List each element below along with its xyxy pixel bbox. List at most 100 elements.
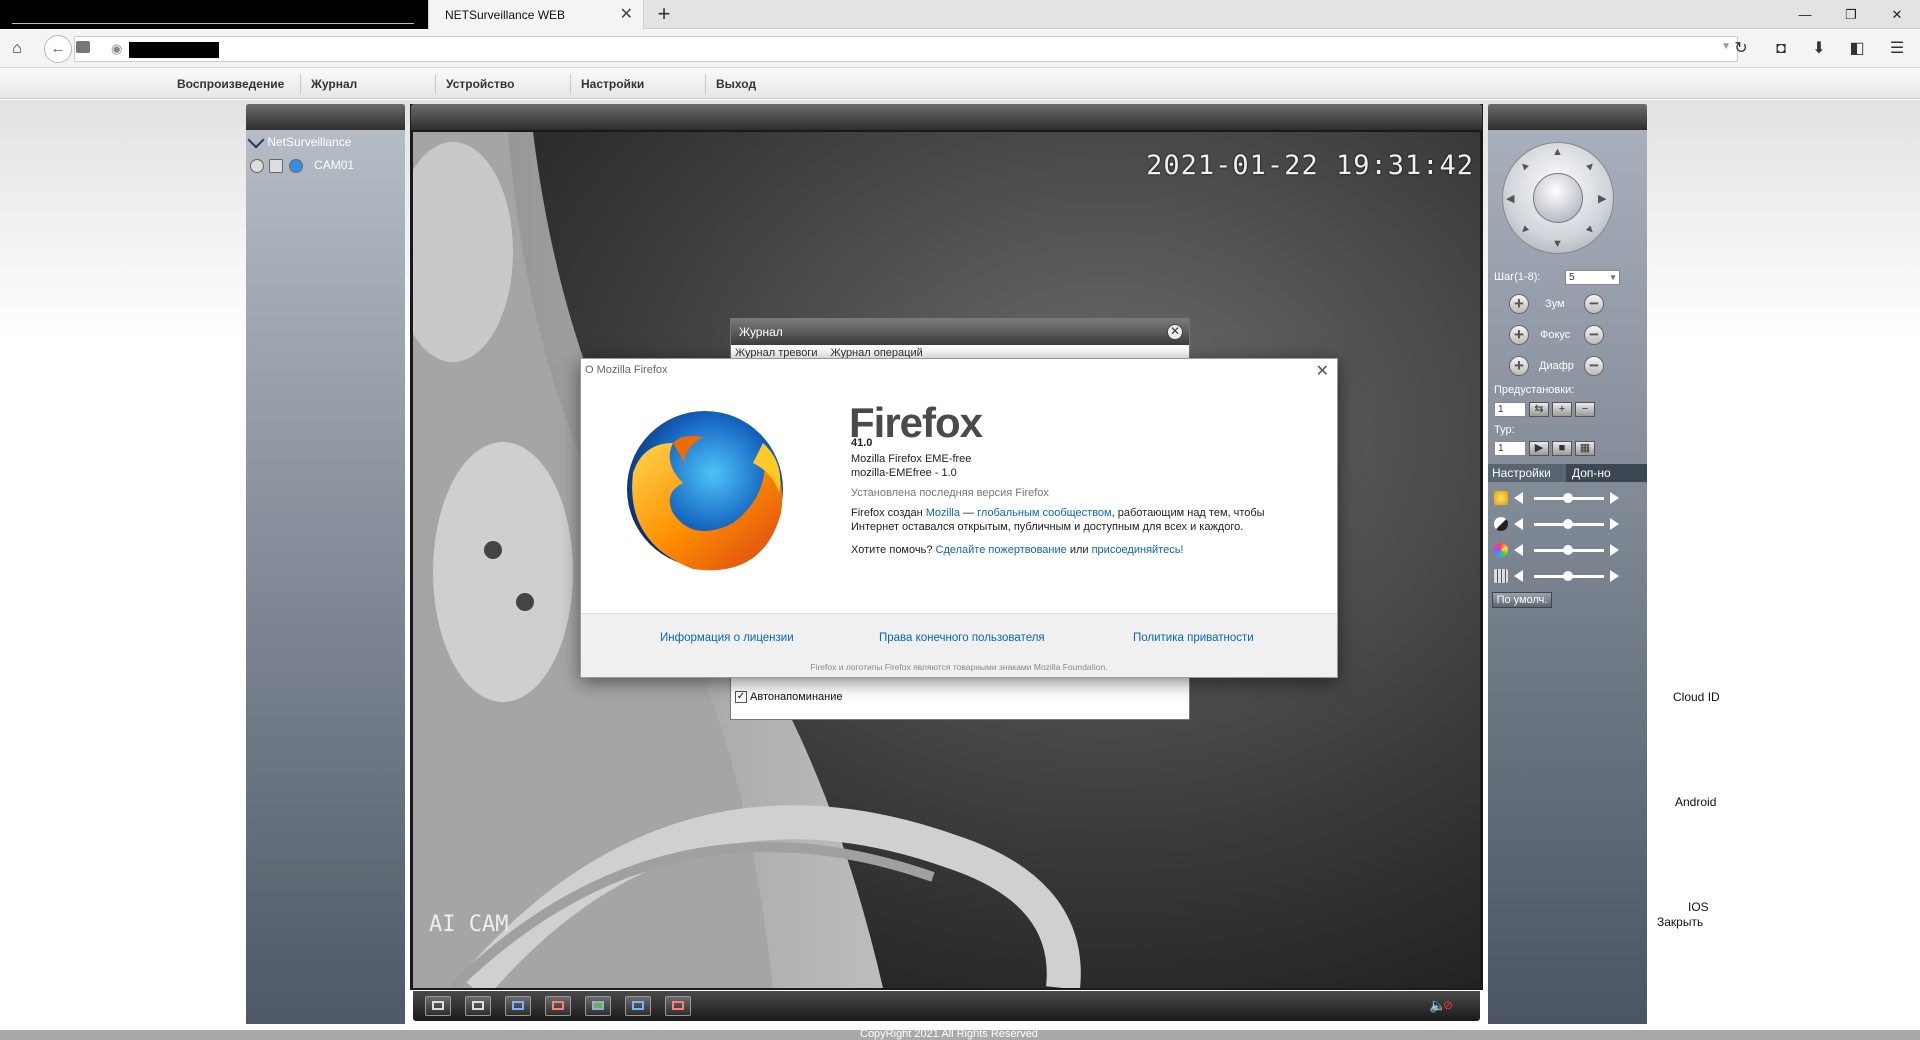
menu-exit[interactable]: Выход <box>716 77 756 91</box>
sharpness-slider[interactable] <box>1494 568 1634 586</box>
decrease-arrow-icon[interactable] <box>1514 570 1523 582</box>
focus-in-button[interactable]: + <box>1509 325 1529 345</box>
privacy-policy-link[interactable]: Политика приватности <box>1133 632 1254 644</box>
decrease-arrow-icon[interactable] <box>1514 544 1523 556</box>
tour-grid-button[interactable]: ▦ <box>1575 441 1595 456</box>
zoom-in-button[interactable]: + <box>1509 294 1529 314</box>
cloud-id-link[interactable]: Cloud ID <box>1673 690 1720 704</box>
increase-arrow-icon[interactable] <box>1610 492 1619 504</box>
device-name: NetSurveillance <box>267 135 352 149</box>
close-window-button[interactable]: ✕ <box>1874 4 1920 26</box>
download-icon[interactable]: ⬇ <box>1806 36 1832 62</box>
redacted-url <box>129 42 219 58</box>
single-view-button[interactable] <box>465 996 491 1016</box>
ptz-left-arrow-icon[interactable]: ◀ <box>1506 192 1514 205</box>
decrease-arrow-icon[interactable] <box>1514 492 1523 504</box>
back-icon[interactable]: ← <box>44 35 72 63</box>
globe-icon: ◉ <box>111 41 123 56</box>
reload-icon[interactable]: ↻ <box>1728 36 1754 62</box>
tab-close-icon[interactable]: ✕ <box>620 4 633 24</box>
preset-remove-button[interactable]: − <box>1575 402 1595 417</box>
focus-out-button[interactable]: − <box>1584 325 1604 345</box>
talk-button[interactable] <box>625 996 651 1016</box>
tour-play-button[interactable]: ▶ <box>1529 441 1549 456</box>
brightness-slider[interactable] <box>1494 490 1634 508</box>
menu-settings[interactable]: Настройки <box>581 77 644 91</box>
preset-add-button[interactable]: + <box>1552 402 1572 417</box>
ptz-center-button[interactable] <box>1533 173 1583 223</box>
iris-label: Диафр <box>1539 360 1574 372</box>
record-icon[interactable] <box>250 158 264 173</box>
checkbox-checked-icon[interactable]: ✓ <box>735 691 747 704</box>
contrast-slider[interactable] <box>1494 516 1634 534</box>
slider-knob[interactable] <box>1563 571 1573 581</box>
tour-stop-button[interactable]: ■ <box>1552 441 1572 456</box>
zoom-out-button[interactable]: − <box>1584 294 1604 314</box>
about-dialog-title: О Mozilla Firefox <box>585 364 668 376</box>
slider-knob[interactable] <box>1563 545 1573 555</box>
preset-input[interactable]: 1 <box>1494 402 1526 417</box>
saturation-slider[interactable] <box>1494 542 1634 560</box>
fullscreen-button[interactable] <box>425 996 451 1016</box>
live-icon[interactable] <box>288 158 303 173</box>
preset-goto-button[interactable]: ⇆ <box>1529 402 1549 417</box>
close-link[interactable]: Закрыть <box>1657 915 1703 929</box>
url-bar[interactable]: ◉ ▼ <box>74 36 1738 62</box>
stop-talk-button[interactable] <box>665 996 691 1016</box>
about-close-icon[interactable]: ✕ <box>1316 361 1329 381</box>
tour-input[interactable]: 1 <box>1494 441 1526 456</box>
tab-extra[interactable]: Доп-но <box>1572 466 1611 480</box>
menu-device[interactable]: Устройство <box>446 77 514 91</box>
play-icon[interactable] <box>269 158 284 173</box>
license-link[interactable]: Информация о лицензии <box>660 632 794 644</box>
stop-record-button[interactable] <box>545 996 571 1016</box>
slider-knob[interactable] <box>1563 519 1573 529</box>
android-link[interactable]: Android <box>1675 795 1716 809</box>
redacted-tab[interactable] <box>0 0 428 29</box>
step-select[interactable]: 5 ▼ <box>1565 270 1620 285</box>
ptz-up-arrow-icon[interactable]: ▲ <box>1552 146 1563 158</box>
brightness-icon <box>1494 491 1508 505</box>
sidebar-icon[interactable]: ◧ <box>1844 36 1870 62</box>
menu-icon[interactable]: ☰ <box>1884 36 1910 62</box>
ios-link[interactable]: IOS <box>1688 900 1709 914</box>
device-tree-root[interactable]: NetSurveillance <box>247 131 352 149</box>
snapshot-button[interactable] <box>585 996 611 1016</box>
journal-close-icon[interactable]: ✕ <box>1167 324 1183 340</box>
increase-arrow-icon[interactable] <box>1610 518 1619 530</box>
mozilla-link[interactable]: Mozilla <box>926 507 960 519</box>
end-user-rights-link[interactable]: Права конечного пользователя <box>879 632 1045 644</box>
auto-reminder-label: Автонапоминание <box>750 691 843 703</box>
auto-reminder-checkbox[interactable]: ✓ Автонапоминание <box>735 691 843 704</box>
settings-tabs: Настройки Доп-но <box>1488 464 1647 482</box>
menu-journal[interactable]: Журнал <box>311 77 357 91</box>
new-tab-button[interactable]: + <box>652 2 676 26</box>
default-settings-button[interactable]: По умолч. <box>1492 592 1552 608</box>
menu-playback[interactable]: Воспроизведение <box>177 77 284 91</box>
increase-arrow-icon[interactable] <box>1610 570 1619 582</box>
join-link[interactable]: присоединяйтесь! <box>1092 544 1184 556</box>
iris-close-button[interactable]: − <box>1584 356 1604 376</box>
page-footer: CopyRight 2021 All Rights Reserved <box>0 1028 1920 1040</box>
community-link[interactable]: глобальным сообществом <box>977 507 1112 519</box>
decrease-arrow-icon[interactable] <box>1514 518 1523 530</box>
distribution: mozilla-EMEfree - 1.0 <box>851 467 957 479</box>
created-line-2: Интернет оставался открытым, публичным и… <box>851 521 1244 533</box>
video-timestamp: 2021-01-22 19:31:42 <box>1146 150 1474 181</box>
tab-netsurveillance[interactable]: NETSurveillance WEB ✕ <box>428 0 644 30</box>
increase-arrow-icon[interactable] <box>1610 544 1619 556</box>
iris-open-button[interactable]: + <box>1509 356 1529 376</box>
copyright-text: CopyRight 2021 All Rights Reserved <box>860 1028 1038 1040</box>
tab-settings[interactable]: Настройки <box>1492 466 1551 480</box>
ptz-down-arrow-icon[interactable]: ▼ <box>1552 238 1563 250</box>
donate-link[interactable]: Сделайте пожертвование <box>936 544 1067 556</box>
maximize-button[interactable]: ❐ <box>1828 4 1874 26</box>
video-watermark: AI CAM <box>429 912 509 937</box>
pocket-icon[interactable]: ◘ <box>1768 36 1794 62</box>
minimize-button[interactable]: — <box>1782 4 1828 26</box>
home-icon[interactable]: ⌂ <box>4 36 30 62</box>
slider-knob[interactable] <box>1563 493 1573 503</box>
ptz-right-arrow-icon[interactable]: ▶ <box>1598 192 1606 205</box>
record-button[interactable] <box>505 996 531 1016</box>
device-tree-camera[interactable]: CAM01 <box>250 158 354 173</box>
